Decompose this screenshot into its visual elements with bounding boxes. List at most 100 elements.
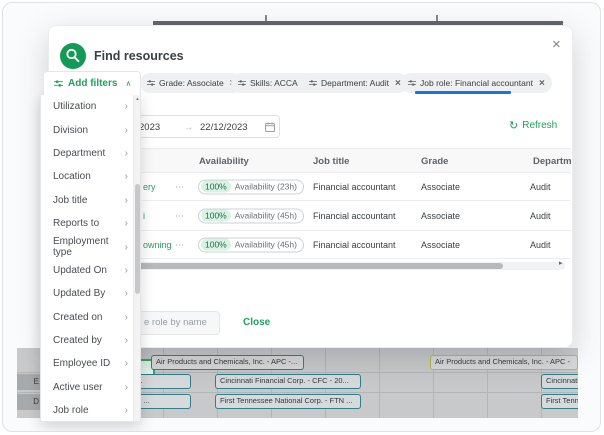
refresh-icon: ↻ xyxy=(509,119,519,132)
filter-dropdown-menu: Utilization › Division › Department › Locat… xyxy=(40,94,141,422)
resource-name-link[interactable]: owning xyxy=(143,240,172,250)
add-filters-button[interactable]: Add filters ∧ xyxy=(43,71,141,95)
gantt-bar: Cincinnati Financial Corp. - CFC - 20... xyxy=(541,374,578,389)
filter-icon xyxy=(408,79,416,87)
timeline-tick xyxy=(265,15,267,21)
menu-item-label: Created by xyxy=(53,335,102,347)
menu-item-label: Updated By xyxy=(53,288,106,300)
scroll-up-arrow-icon[interactable]: ▴ xyxy=(134,96,141,102)
job-title-cell: Financial accountant xyxy=(313,239,396,250)
menu-item-division[interactable]: Division › xyxy=(41,118,140,141)
grade-cell: Associate xyxy=(421,181,461,192)
add-filters-label: Add filters xyxy=(68,78,118,89)
refresh-button[interactable]: ↻ Refresh xyxy=(509,120,557,131)
department-cell: Audit xyxy=(530,181,551,192)
date-start-value: 2023 xyxy=(139,122,161,133)
close-button[interactable]: Close xyxy=(243,317,270,328)
filter-chip-grade[interactable]: Grade: Associate × xyxy=(140,73,243,93)
chevron-right-icon: › xyxy=(124,147,128,159)
resource-name-link[interactable]: ery xyxy=(143,182,156,192)
chevron-up-icon: ∧ xyxy=(125,79,132,88)
chevron-right-icon: › xyxy=(124,101,128,113)
menu-item-label: Utilization xyxy=(53,101,97,113)
chevron-right-icon: › xyxy=(124,124,128,136)
gantt-bar: Air Products and Chemicals, Inc. - APC -… xyxy=(151,355,304,370)
job-title-cell: Financial accountant xyxy=(313,181,396,192)
chip-active-underline xyxy=(415,91,511,94)
chevron-right-icon: › xyxy=(124,311,128,323)
role-by-name-button-label: e role by name xyxy=(144,317,207,328)
row-menu-icon[interactable]: ⋯ xyxy=(175,210,185,221)
filter-icon xyxy=(238,79,246,87)
gantt-bar: First Tennessee National Corp. - FTN ... xyxy=(215,394,361,409)
availability-percent: 100% xyxy=(201,238,231,251)
chip-label: Grade: Associate xyxy=(159,78,224,88)
chevron-right-icon: › xyxy=(124,171,128,183)
menu-item-label: Job role xyxy=(53,405,89,417)
chevron-right-icon: › xyxy=(124,218,128,230)
dropdown-scrollbar-thumb[interactable] xyxy=(135,184,140,294)
resource-name-link[interactable]: i xyxy=(143,211,145,221)
menu-item-label: Employment type xyxy=(53,236,109,259)
gantt-bar: Cincinnati Financial Corp. - CFC - 20... xyxy=(215,374,361,389)
modal-title: Find resources xyxy=(94,49,184,63)
menu-item-job-title[interactable]: Job title › xyxy=(41,189,140,212)
menu-item-utilization[interactable]: Utilization › xyxy=(41,95,140,118)
availability-detail: Availability (45h) xyxy=(234,239,297,250)
date-range-arrow: → xyxy=(184,122,194,133)
screenshot-stage: E D Air Products and Chemicals, Inc. - A… xyxy=(0,0,604,435)
menu-item-label: Active user xyxy=(53,381,103,393)
filter-icon xyxy=(54,79,63,88)
column-header-grade: Grade xyxy=(421,156,449,167)
menu-item-employee-id[interactable]: Employee ID › xyxy=(41,352,140,375)
menu-item-active-user[interactable]: Active user › xyxy=(41,376,140,399)
job-title-cell: Financial accountant xyxy=(313,210,396,221)
menu-item-reports-to[interactable]: Reports to › xyxy=(41,212,140,235)
availability-percent: 100% xyxy=(201,180,231,193)
gantt-bar: Air Products and Chemicals, Inc. - APC - xyxy=(430,355,578,370)
chevron-right-icon: › xyxy=(124,288,128,300)
chevron-right-icon: › xyxy=(124,358,128,370)
menu-item-job-role[interactable]: Job role › xyxy=(41,399,140,422)
menu-item-updated-by[interactable]: Updated By › xyxy=(41,282,140,305)
chevron-right-icon: › xyxy=(124,405,128,417)
availability-badge: 100% Availability (23h) xyxy=(198,179,304,194)
chip-close-icon[interactable]: × xyxy=(395,78,401,89)
row-menu-icon[interactable]: ⋯ xyxy=(175,181,185,192)
chip-close-icon[interactable]: × xyxy=(539,78,545,89)
chip-label: Skills: ACCA xyxy=(250,78,298,88)
calendar-icon[interactable] xyxy=(265,122,275,132)
filter-chip-department[interactable]: Department: Audit × xyxy=(302,73,408,93)
menu-item-created-on[interactable]: Created on › xyxy=(41,306,140,329)
modal-close-icon[interactable]: × xyxy=(552,36,561,53)
refresh-label: Refresh xyxy=(522,120,558,131)
menu-item-location[interactable]: Location › xyxy=(41,165,140,188)
dropdown-scrollbar[interactable]: ▴ xyxy=(133,95,140,421)
timeline-tick xyxy=(436,15,438,21)
column-header-department: Department xyxy=(533,156,571,167)
menu-item-label: Created on xyxy=(53,311,103,323)
chevron-right-icon: › xyxy=(124,381,128,393)
row-menu-icon[interactable]: ⋯ xyxy=(175,239,185,250)
chevron-right-icon: › xyxy=(124,335,128,347)
search-badge-icon xyxy=(60,43,86,69)
grade-cell: Associate xyxy=(421,239,461,250)
department-cell: Audit xyxy=(530,239,551,250)
menu-item-created-by[interactable]: Created by › xyxy=(41,329,140,352)
availability-badge: 100% Availability (45h) xyxy=(198,237,304,252)
menu-item-label: Reports to xyxy=(53,218,100,230)
chip-label: Job role: Financial accountant xyxy=(420,78,533,88)
filter-chip-job-role[interactable]: Job role: Financial accountant × xyxy=(401,73,552,94)
column-header-job-title: Job title xyxy=(313,156,350,167)
menu-item-label: Job title xyxy=(53,194,88,206)
menu-item-label: Department xyxy=(53,147,106,159)
menu-item-employment-type[interactable]: Employment type › xyxy=(41,235,140,258)
chevron-right-icon: › xyxy=(124,241,128,253)
scroll-right-arrow-icon[interactable]: ▸ xyxy=(559,259,563,267)
date-end-value: 22/12/2023 xyxy=(200,122,248,133)
gantt-bar: First Tennessee National Corp. - FTN ... xyxy=(541,394,578,409)
menu-item-department[interactable]: Department › xyxy=(41,142,140,165)
chevron-right-icon: › xyxy=(124,194,128,206)
menu-item-updated-on[interactable]: Updated On › xyxy=(41,259,140,282)
availability-percent: 100% xyxy=(201,209,231,222)
